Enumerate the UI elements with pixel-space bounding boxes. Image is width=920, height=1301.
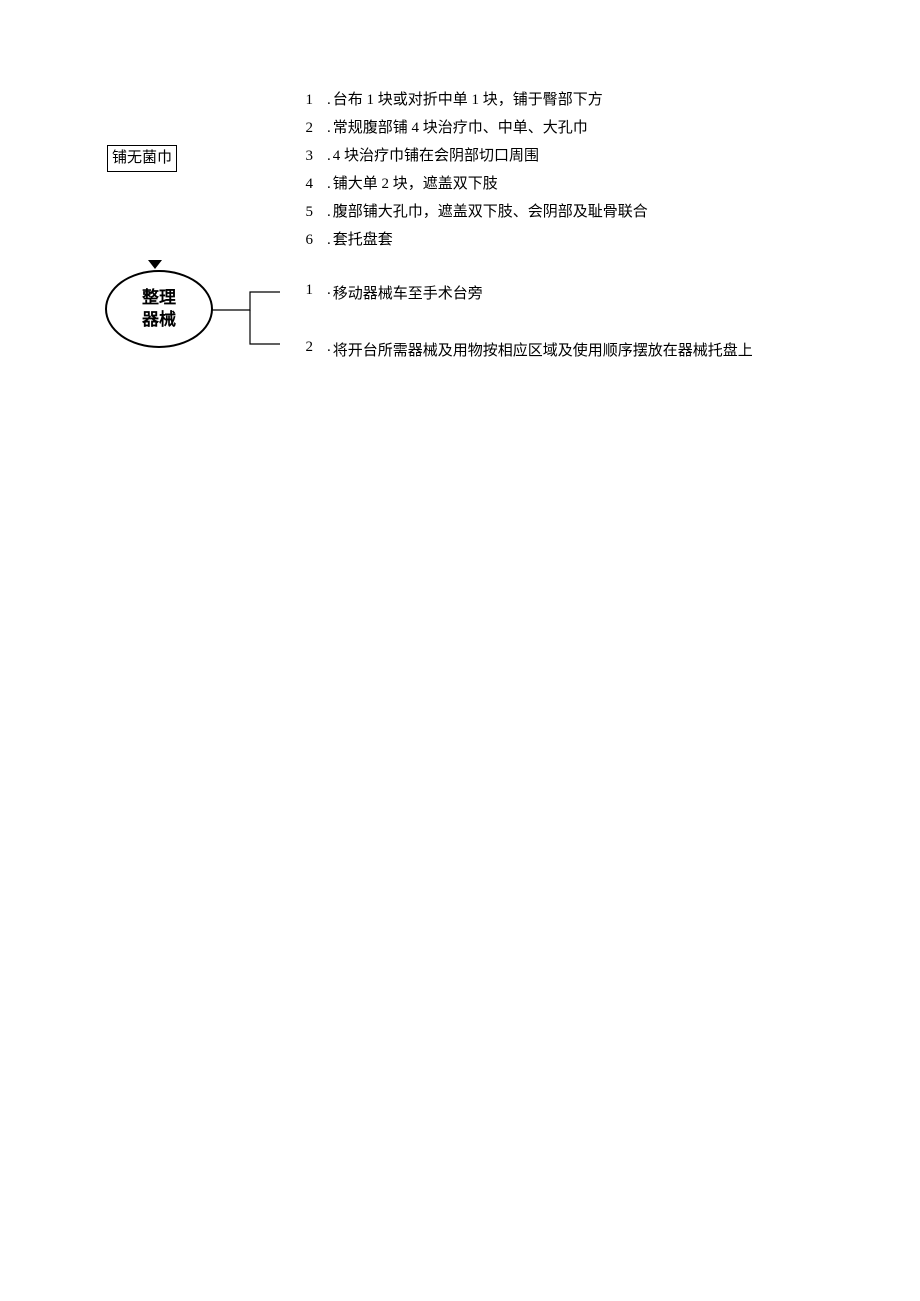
item-text: 4 块治疗巾铺在会阴部切口周围 [333, 142, 539, 170]
list-item: 6 . 套托盘套 [295, 226, 648, 254]
item-number: 3 [295, 142, 313, 170]
instruments-steps-list: 1 . 移动器械车至手术台旁 2 . 将开台所需器械及用物按相应区域及使用顺序摆… [295, 282, 753, 360]
draping-steps-list: 1 . 台布 1 块或对折中单 1 块，铺于臀部下方 2 . 常规腹部铺 4 块… [295, 86, 648, 254]
node-instruments-label: 整理 器械 [142, 287, 176, 331]
item-number: 1 [295, 282, 313, 303]
item-dot: . [327, 198, 331, 226]
item-text: 套托盘套 [333, 226, 393, 254]
item-dot: . [327, 226, 331, 254]
list-item: 5 . 腹部铺大孔巾，遮盖双下肢、会阴部及耻骨联合 [295, 198, 648, 226]
node-draping-label: 铺无菌巾 [112, 150, 172, 166]
item-number: 2 [295, 339, 313, 360]
node-draping: 铺无菌巾 [107, 145, 177, 172]
item-text: 将开台所需器械及用物按相应区域及使用顺序摆放在器械托盘上 [333, 339, 753, 360]
connector-bracket [212, 286, 292, 356]
item-text: 腹部铺大孔巾，遮盖双下肢、会阴部及耻骨联合 [333, 198, 648, 226]
item-dot: . [327, 170, 331, 198]
item-number: 5 [295, 198, 313, 226]
item-text: 常规腹部铺 4 块治疗巾、中单、大孔巾 [333, 114, 588, 142]
item-dot: . [327, 339, 331, 360]
item-number: 2 [295, 114, 313, 142]
item-dot: . [327, 114, 331, 142]
item-text: 铺大单 2 块，遮盖双下肢 [333, 170, 498, 198]
list-item: 2 . 将开台所需器械及用物按相应区域及使用顺序摆放在器械托盘上 [295, 339, 753, 360]
item-text: 台布 1 块或对折中单 1 块，铺于臀部下方 [333, 86, 603, 114]
list-item: 1 . 移动器械车至手术台旁 [295, 282, 753, 303]
item-number: 6 [295, 226, 313, 254]
item-text: 移动器械车至手术台旁 [333, 282, 483, 303]
item-number: 4 [295, 170, 313, 198]
item-number: 1 [295, 86, 313, 114]
list-item: 1 . 台布 1 块或对折中单 1 块，铺于臀部下方 [295, 86, 648, 114]
list-item: 4 . 铺大单 2 块，遮盖双下肢 [295, 170, 648, 198]
item-dot: . [327, 282, 331, 303]
diagram-page: 铺无菌巾 1 . 台布 1 块或对折中单 1 块，铺于臀部下方 2 . 常规腹部… [0, 0, 920, 1301]
list-item: 2 . 常规腹部铺 4 块治疗巾、中单、大孔巾 [295, 114, 648, 142]
list-item: 3 . 4 块治疗巾铺在会阴部切口周围 [295, 142, 648, 170]
item-dot: . [327, 142, 331, 170]
node-instruments: 整理 器械 [105, 270, 213, 348]
item-dot: . [327, 86, 331, 114]
